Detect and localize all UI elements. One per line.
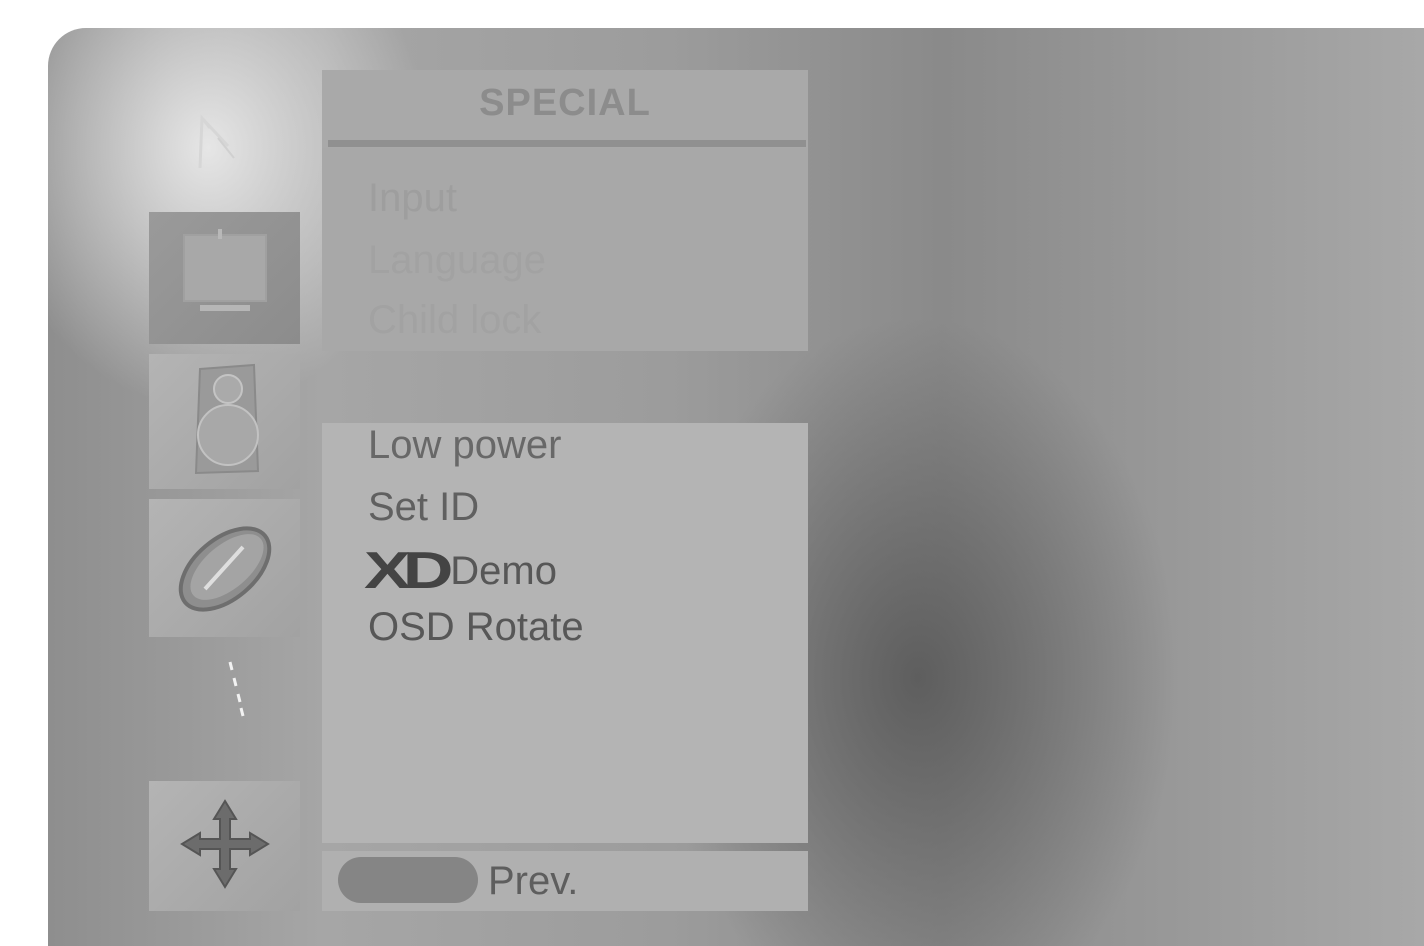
tv-osd-screen: SPECIAL Input Language Child lock Low po… bbox=[48, 28, 1424, 946]
sidebar-item-picture[interactable] bbox=[149, 212, 300, 344]
sidebar-item-sound[interactable] bbox=[149, 354, 300, 489]
menu-item-child-lock[interactable]: Child lock bbox=[368, 298, 541, 343]
xd-logo-icon: XD bbox=[364, 542, 453, 600]
menu-header: SPECIAL bbox=[322, 70, 808, 148]
menu-item-xd-demo[interactable]: XD Demo bbox=[364, 541, 557, 601]
special-icon bbox=[226, 660, 250, 725]
prev-button-pill[interactable] bbox=[338, 857, 478, 903]
screen-icon bbox=[170, 789, 280, 904]
header-divider bbox=[328, 140, 806, 147]
menu-item-xd-demo-label: Demo bbox=[450, 549, 557, 593]
time-icon bbox=[165, 511, 285, 626]
menu-item-set-id[interactable]: Set ID bbox=[368, 485, 479, 530]
sidebar-item-time[interactable] bbox=[149, 499, 300, 637]
menu-item-low-power[interactable]: Low power bbox=[368, 423, 561, 468]
speaker-outline-icon bbox=[188, 98, 258, 193]
menu-list-upper: Input Language Child lock bbox=[322, 148, 808, 351]
menu-item-language[interactable]: Language bbox=[368, 238, 546, 283]
menu-list-lower: Low power Set ID XD Demo OSD Rotate bbox=[322, 423, 808, 843]
menu-item-input[interactable]: Input bbox=[368, 176, 457, 221]
sound-icon bbox=[170, 359, 280, 484]
sidebar-item-screen[interactable] bbox=[149, 781, 300, 911]
menu-item-osd-rotate[interactable]: OSD Rotate bbox=[368, 605, 584, 650]
menu-title: SPECIAL bbox=[479, 82, 651, 124]
prev-label: Prev. bbox=[488, 859, 579, 903]
picture-icon bbox=[170, 221, 280, 336]
menu-footer: Prev. bbox=[322, 851, 808, 911]
